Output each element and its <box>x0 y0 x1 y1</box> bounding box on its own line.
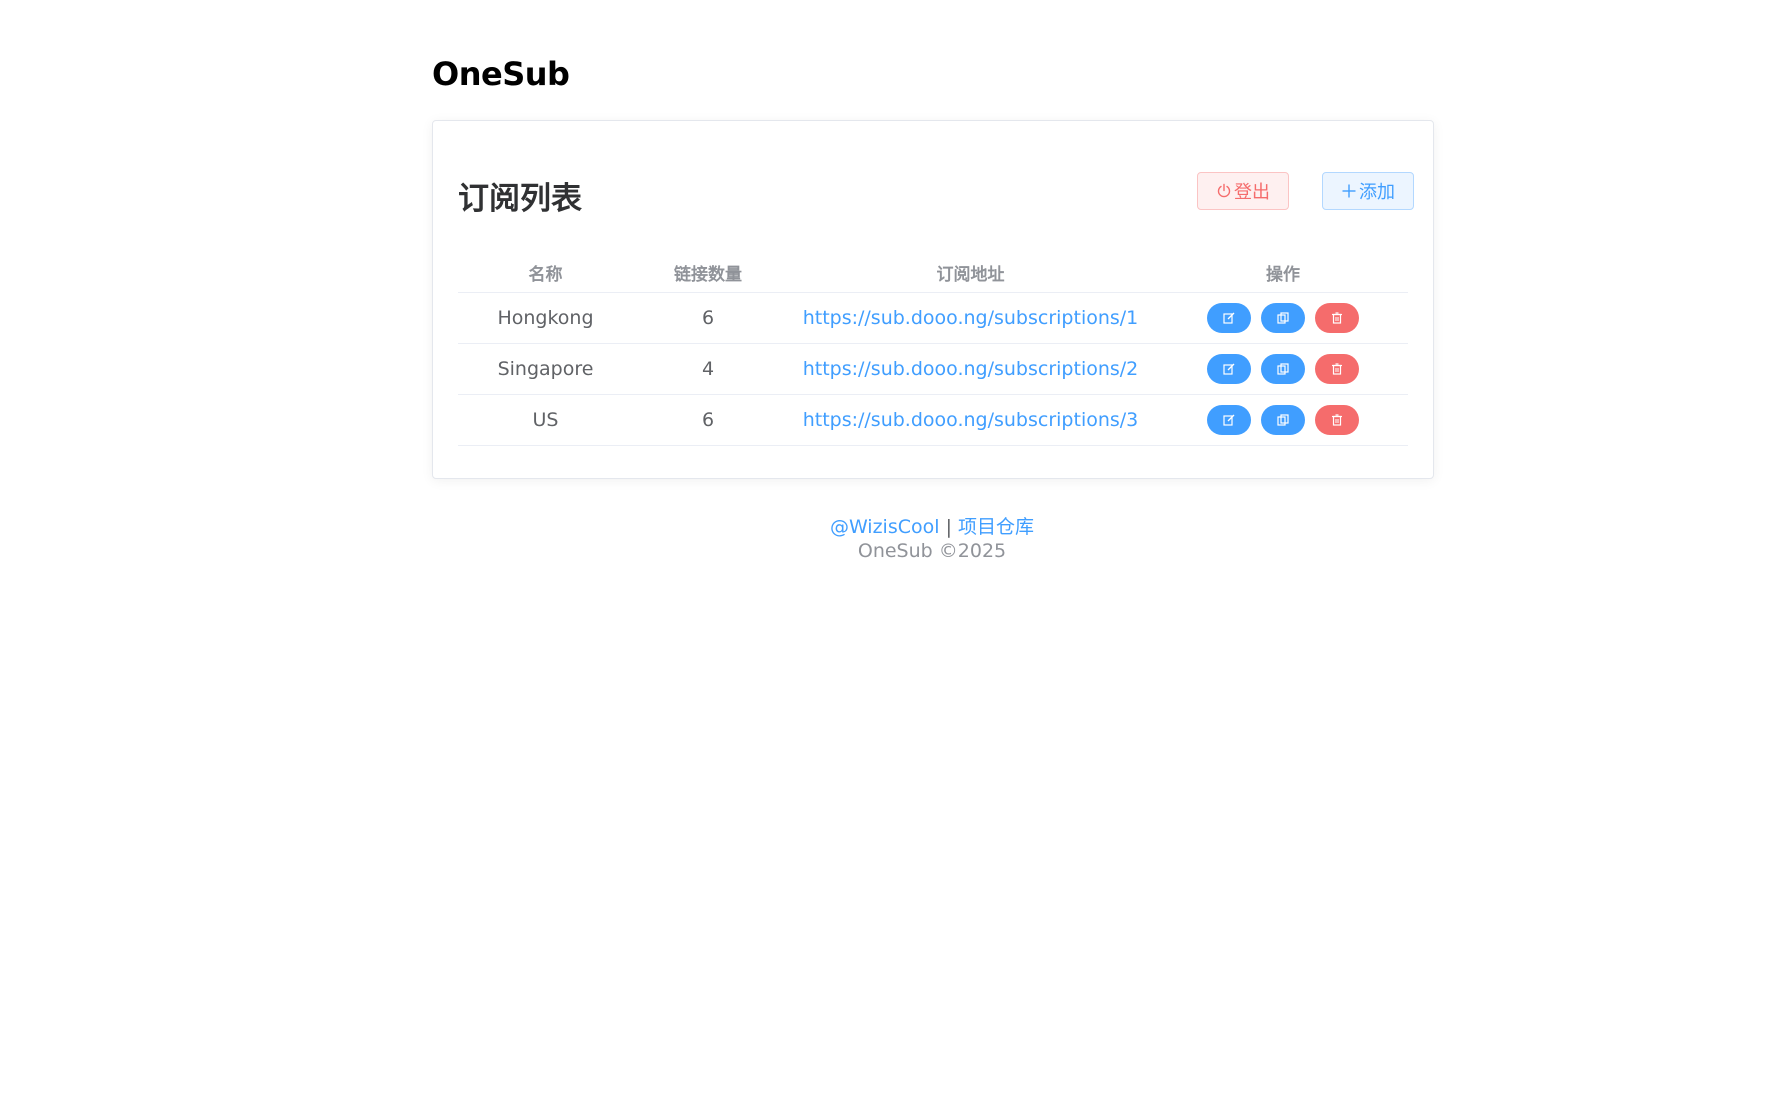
delete-icon <box>1332 414 1342 426</box>
delete-button[interactable] <box>1315 303 1359 333</box>
row-count: 6 <box>633 292 783 344</box>
delete-icon <box>1332 312 1342 324</box>
logout-button[interactable]: 登出 <box>1197 172 1289 210</box>
row-name: US <box>458 394 633 446</box>
header-link-count[interactable]: 链接数量 <box>633 252 783 293</box>
footer: @WizisCool | 项目仓库 OneSub ©2025 <box>432 515 1432 563</box>
power-icon <box>1216 183 1232 199</box>
app-title: OneSub <box>432 55 570 93</box>
table-row: US 6 https://sub.dooo.ng/subscriptions/3 <box>458 394 1408 446</box>
plus-icon <box>1341 183 1357 199</box>
header-actions: 操作 <box>1158 252 1408 293</box>
row-actions <box>1158 394 1408 446</box>
row-url-cell: https://sub.dooo.ng/subscriptions/3 <box>783 394 1158 446</box>
table-header-row: 名称 链接数量 订阅地址 操作 <box>458 252 1408 293</box>
subscription-card: 订阅列表 登出 添加 名称 链接数量 订阅地址 操作 Hongkong 6 ht… <box>432 120 1434 479</box>
logout-label: 登出 <box>1234 182 1270 203</box>
row-count: 4 <box>633 343 783 395</box>
subscription-link[interactable]: https://sub.dooo.ng/subscriptions/3 <box>803 409 1139 431</box>
footer-separator: | <box>945 516 952 538</box>
copy-icon <box>1277 312 1289 324</box>
edit-button[interactable] <box>1207 405 1251 435</box>
copy-icon <box>1277 414 1289 426</box>
subscription-link[interactable]: https://sub.dooo.ng/subscriptions/1 <box>803 307 1139 329</box>
edit-icon <box>1223 312 1235 324</box>
row-url-cell: https://sub.dooo.ng/subscriptions/2 <box>783 343 1158 395</box>
subscription-table: 名称 链接数量 订阅地址 操作 Hongkong 6 https://sub.d… <box>458 252 1408 446</box>
edit-button[interactable] <box>1207 303 1251 333</box>
row-actions <box>1158 343 1408 395</box>
copy-button[interactable] <box>1261 354 1305 384</box>
subscription-link[interactable]: https://sub.dooo.ng/subscriptions/2 <box>803 358 1139 380</box>
row-name: Hongkong <box>458 292 633 344</box>
delete-icon <box>1332 363 1342 375</box>
table-row: Singapore 4 https://sub.dooo.ng/subscrip… <box>458 343 1408 395</box>
copy-button[interactable] <box>1261 303 1305 333</box>
author-link[interactable]: @WizisCool <box>830 516 940 538</box>
delete-button[interactable] <box>1315 354 1359 384</box>
edit-icon <box>1223 414 1235 426</box>
card-title: 订阅列表 <box>458 181 582 217</box>
footer-links: @WizisCool | 项目仓库 <box>432 515 1432 539</box>
row-actions <box>1158 292 1408 344</box>
table-row: Hongkong 6 https://sub.dooo.ng/subscript… <box>458 292 1408 344</box>
add-label: 添加 <box>1359 182 1395 203</box>
edit-icon <box>1223 363 1235 375</box>
copy-button[interactable] <box>1261 405 1305 435</box>
header-subscription-url[interactable]: 订阅地址 <box>783 252 1158 293</box>
delete-button[interactable] <box>1315 405 1359 435</box>
copy-icon <box>1277 363 1289 375</box>
edit-button[interactable] <box>1207 354 1251 384</box>
row-name: Singapore <box>458 343 633 395</box>
copyright: OneSub ©2025 <box>857 540 1007 562</box>
row-url-cell: https://sub.dooo.ng/subscriptions/1 <box>783 292 1158 344</box>
header-name[interactable]: 名称 <box>458 252 633 293</box>
add-button[interactable]: 添加 <box>1322 172 1414 210</box>
row-count: 6 <box>633 394 783 446</box>
repo-link[interactable]: 项目仓库 <box>958 516 1034 538</box>
